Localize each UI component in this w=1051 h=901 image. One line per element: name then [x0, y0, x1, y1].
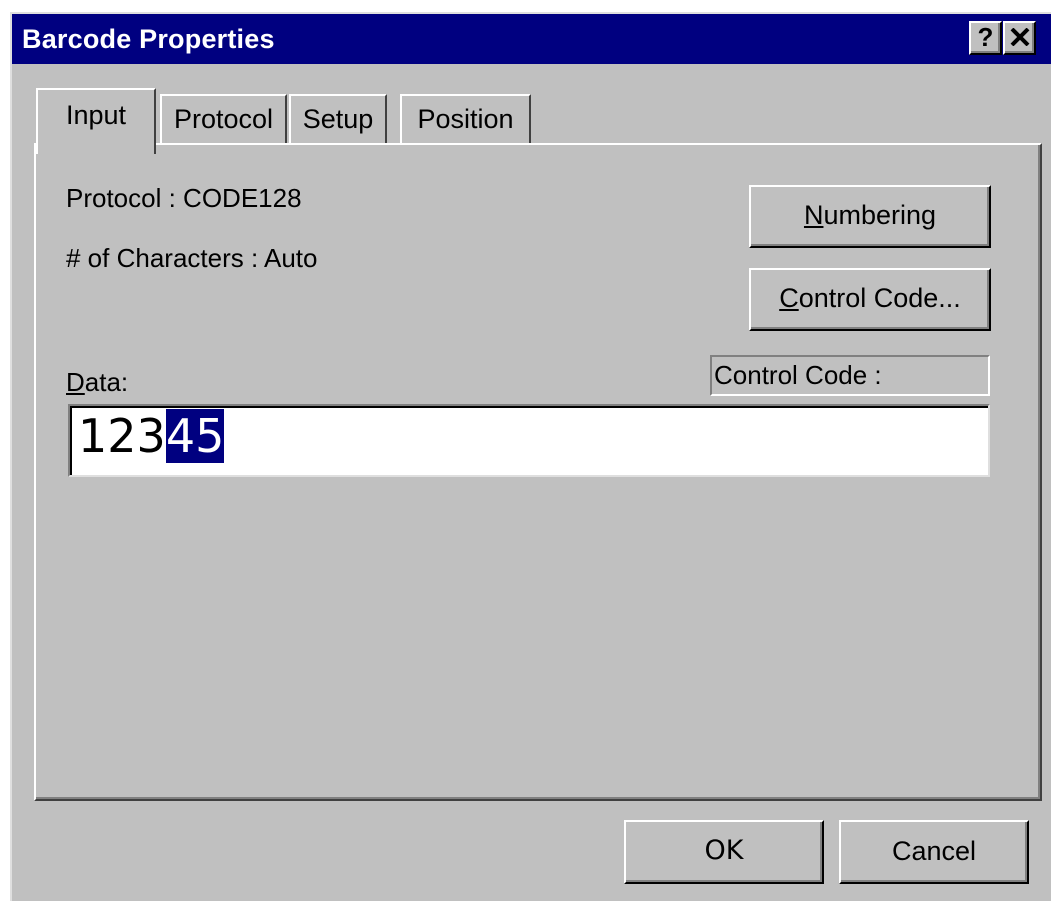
ok-button[interactable]: OK	[624, 820, 824, 884]
window-title: Barcode Properties	[22, 24, 275, 54]
tab-position[interactable]: Position	[400, 94, 531, 146]
data-text-selected: 45	[165, 409, 225, 463]
control-code-button[interactable]: Control Code...	[749, 268, 991, 331]
close-icon	[1010, 28, 1029, 46]
numbering-mnemonic: N	[803, 200, 824, 230]
data-input[interactable]: 12345	[68, 404, 990, 477]
numbering-label: umbering	[823, 200, 937, 230]
control-code-display: Control Code :	[710, 355, 990, 396]
cancel-button[interactable]: Cancel	[839, 820, 1029, 884]
control-code-label: ontrol Code...	[798, 283, 961, 313]
data-label-mnemonic: D	[66, 367, 85, 397]
close-button[interactable]	[1003, 21, 1036, 55]
help-button[interactable]: ?	[969, 21, 1002, 55]
data-label: Data:	[66, 367, 128, 398]
characters-info: # of Characters : Auto	[66, 243, 318, 273]
data-text-unselected: 123	[78, 409, 166, 463]
title-bar[interactable]: Barcode Properties ?	[12, 14, 1051, 64]
control-code-mnemonic: C	[779, 283, 799, 313]
protocol-info: Protocol : CODE128	[66, 183, 302, 213]
tab-protocol[interactable]: Protocol	[160, 94, 287, 146]
tab-setup[interactable]: Setup	[289, 94, 387, 146]
numbering-button[interactable]: Numbering	[749, 185, 991, 248]
barcode-properties-dialog: Barcode Properties ? Protocol Setup Posi…	[10, 12, 1051, 901]
input-tab-panel: Protocol : CODE128 # of Characters : Aut…	[34, 143, 1042, 801]
tab-input[interactable]: Input	[36, 88, 156, 154]
data-label-text: ata:	[84, 367, 129, 397]
